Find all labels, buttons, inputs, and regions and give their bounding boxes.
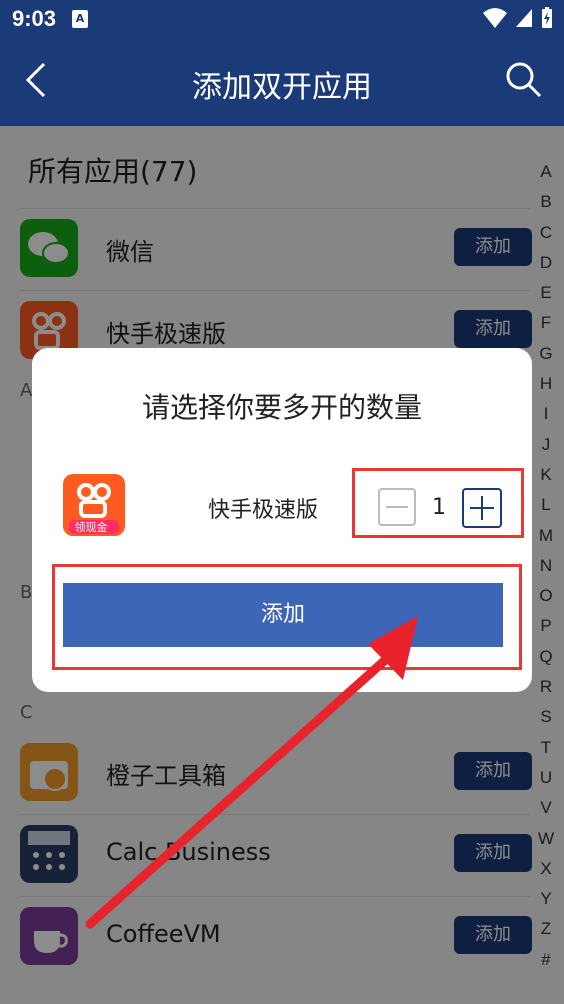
icon-badge-text: 领现金 (75, 520, 108, 534)
page-title: 添加双开应用 (192, 70, 372, 105)
dialog-title: 请选择你要多开的数量 (141, 391, 422, 424)
decrement-button[interactable] (378, 488, 416, 526)
notification-icon: A (72, 10, 88, 28)
signal-icon (516, 9, 532, 27)
increment-button[interactable] (462, 488, 502, 528)
quantity-value: 1 (432, 495, 446, 520)
quantity-stepper: 1 (352, 468, 524, 538)
battery-icon (542, 7, 552, 28)
dialog-add-button[interactable]: 添加 (63, 583, 503, 647)
search-icon[interactable] (504, 60, 544, 104)
quantity-dialog: 请选择你要多开的数量 领现金 快手极速版 1 添加 (32, 348, 532, 692)
add-button-highlight: 添加 (52, 564, 522, 670)
dialog-app-name: 快手极速版 (208, 498, 319, 523)
wifi-icon (483, 8, 507, 28)
app-bar: 添加双开应用 (0, 38, 564, 126)
system-icons (482, 6, 554, 30)
kuaishou-icon: 领现金 (63, 474, 125, 536)
status-time: 9:03 (12, 6, 57, 31)
status-bar: 9:03 A (0, 0, 564, 38)
